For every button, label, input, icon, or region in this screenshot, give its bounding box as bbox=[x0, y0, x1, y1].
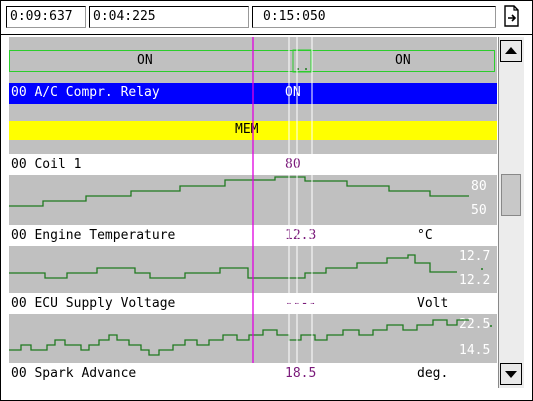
scale-min-label: 14.5 bbox=[459, 343, 491, 358]
channel-value: 18.5 bbox=[285, 366, 317, 381]
scale-max-label: 80 bbox=[471, 179, 487, 194]
channel-name: 00 ECU Supply Voltage bbox=[11, 296, 176, 311]
time-delta-field[interactable]: 0:04:225 bbox=[89, 6, 249, 28]
channel-label-row[interactable]: 00 ECU Supply Voltage ---- Volt bbox=[9, 293, 497, 314]
channel-unit: deg. bbox=[417, 366, 449, 381]
time-toolbar: 0:09:637 0:04:225 0:15:050 bbox=[1, 1, 532, 35]
arrow-up-icon bbox=[505, 47, 517, 54]
channel-name: 00 Spark Advance bbox=[11, 366, 137, 381]
channel-value: ON bbox=[285, 85, 301, 100]
channel-label-row[interactable]: 00 Engine Temperature 12.3 °C bbox=[9, 225, 497, 246]
relay-state-left: ON bbox=[137, 53, 153, 68]
memory-label: MEM bbox=[235, 122, 259, 137]
vertical-scrollbar[interactable] bbox=[498, 37, 524, 388]
channel-label-row[interactable]: 00 Coil 1 80 bbox=[9, 154, 497, 175]
channel-name: 00 Coil 1 bbox=[11, 157, 82, 172]
scroll-thumb[interactable] bbox=[501, 174, 521, 216]
channel-value: 12.3 bbox=[285, 228, 317, 243]
channel-plot-area[interactable]: ON ON 00 A/C Compr. Relay ON MEM 00 Coil… bbox=[9, 37, 497, 388]
channel-name: 00 Engine Temperature bbox=[11, 228, 176, 243]
arrow-down-icon bbox=[505, 371, 517, 378]
relay-state-box bbox=[9, 50, 495, 72]
channel-unit: Volt bbox=[417, 296, 449, 311]
scale-min-label: 50 bbox=[471, 203, 487, 218]
scale-min-label: 12.2 bbox=[459, 273, 491, 288]
scale-max-label: 22.5 bbox=[459, 317, 491, 332]
channel-unit: °C bbox=[417, 228, 433, 243]
relay-state-right: ON bbox=[395, 53, 411, 68]
scale-max-label: 12.7 bbox=[459, 249, 491, 264]
spacer-band bbox=[9, 104, 497, 121]
channel-name: 00 A/C Compr. Relay bbox=[11, 85, 160, 100]
export-document-icon[interactable] bbox=[503, 5, 521, 27]
scroll-up-button[interactable] bbox=[500, 40, 522, 62]
channel-label-row[interactable]: 00 Spark Advance 18.5 deg. bbox=[9, 363, 497, 388]
voltage-trace-band: 22.5 14.5 bbox=[9, 314, 497, 363]
time-end-field[interactable]: 0:15:050 bbox=[252, 6, 496, 28]
graph-window: 0:09:637 0:04:225 0:15:050 ON ON 00 A/C … bbox=[0, 0, 533, 401]
channel-label-row-selected[interactable]: 00 A/C Compr. Relay ON bbox=[9, 83, 497, 104]
coil-trace-band: 80 50 bbox=[9, 175, 497, 225]
spacer-band bbox=[9, 140, 497, 154]
channel-value: ---- bbox=[285, 296, 317, 311]
temperature-trace-band: 12.7 12.2 bbox=[9, 246, 497, 293]
time-end-value: 0:15:050 bbox=[263, 9, 326, 24]
relay-state-band: ON ON bbox=[9, 37, 497, 83]
channel-value: 80 bbox=[285, 157, 301, 172]
memory-band: MEM bbox=[9, 121, 497, 140]
scroll-down-button[interactable] bbox=[500, 363, 522, 385]
time-start-field[interactable]: 0:09:637 bbox=[6, 6, 86, 28]
